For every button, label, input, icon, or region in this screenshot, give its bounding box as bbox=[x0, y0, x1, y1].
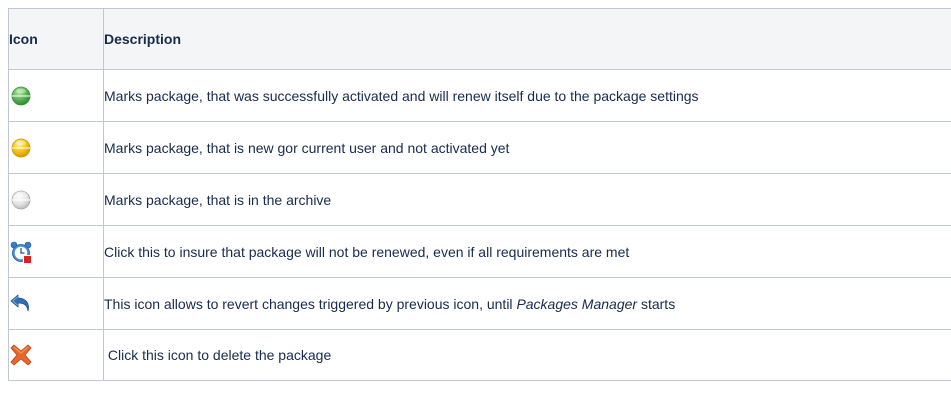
gray-circle-icon bbox=[9, 188, 33, 212]
column-header-icon: Icon bbox=[8, 8, 104, 70]
yellow-circle-icon bbox=[9, 136, 33, 160]
table-row: Click this icon to delete the package bbox=[8, 329, 951, 381]
description-cell: This icon allows to revert changes trigg… bbox=[103, 277, 951, 330]
table-header-row: Icon Description bbox=[8, 8, 951, 70]
description-cell: Marks package, that is new gor current u… bbox=[103, 121, 951, 174]
icon-cell bbox=[8, 69, 104, 122]
icon-cell bbox=[8, 225, 104, 278]
icon-cell bbox=[8, 173, 104, 226]
icon-cell bbox=[8, 329, 104, 381]
description-text-after: starts bbox=[637, 295, 676, 312]
icon-cell bbox=[8, 277, 104, 330]
description-text-before: This icon allows to revert changes trigg… bbox=[104, 295, 517, 312]
table-row: Marks package, that is new gor current u… bbox=[8, 121, 951, 174]
table-row: Marks package, that was successfully act… bbox=[8, 69, 951, 122]
table-row: Marks package, that is in the archive bbox=[8, 173, 951, 226]
description-cell: Marks package, that was successfully act… bbox=[103, 69, 951, 122]
delete-x-icon bbox=[9, 343, 33, 367]
table-row: This icon allows to revert changes trigg… bbox=[8, 277, 951, 330]
alarm-clock-stop-icon bbox=[9, 240, 33, 264]
column-header-description: Description bbox=[103, 8, 951, 70]
packages-manager-term: Packages Manager bbox=[516, 295, 638, 312]
description-cell: Click this to insure that package will n… bbox=[103, 225, 951, 278]
green-circle-icon bbox=[9, 84, 33, 108]
undo-arrow-icon bbox=[9, 292, 33, 316]
description-cell: Click this icon to delete the package bbox=[103, 329, 951, 381]
table-row: Click this to insure that package will n… bbox=[8, 225, 951, 278]
icon-table: Icon Description Marks package, that was… bbox=[8, 8, 951, 381]
icon-legend: Icon Description Marks package, that was… bbox=[8, 8, 951, 381]
description-cell: Marks package, that is in the archive bbox=[103, 173, 951, 226]
icon-cell bbox=[8, 121, 104, 174]
